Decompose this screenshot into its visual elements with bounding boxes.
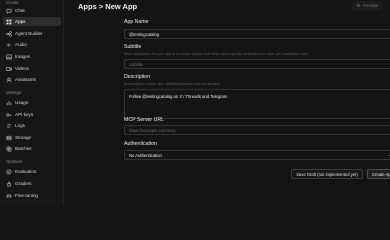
batches-icon [6, 146, 12, 152]
authentication-select[interactable]: No Authentication [124, 150, 390, 160]
sidebar-item-label: Audio [15, 42, 27, 47]
assistants-icon [6, 77, 12, 83]
description-help-text: A description of your app, detailing fea… [124, 82, 220, 86]
video-icon [6, 66, 12, 72]
sidebar-item-label: Storage [15, 135, 32, 140]
sidebar-item-apps[interactable]: Apps [3, 17, 61, 26]
app-name-field[interactable]: @testingcatalog [124, 29, 390, 39]
sidebar-section-manage: Manage [6, 90, 22, 95]
sidebar-item-fine-tuning[interactable]: Fine-tuning [3, 191, 61, 200]
sidebar-section-optimize: Optimize [6, 159, 23, 164]
sidebar-item-label: Graders [15, 181, 32, 186]
audio-icon [6, 42, 12, 48]
description-field[interactable]: Follow @testingcatalog on X / Threads an… [124, 89, 390, 119]
mcp-server-url-label: MCP Server URL [124, 117, 164, 123]
agent-builder-icon [6, 30, 12, 37]
sidebar-item-label: Fine-tuning [15, 193, 38, 198]
sidebar-item-graders[interactable]: Graders [3, 179, 61, 188]
sidebar-item-label: Logs [15, 123, 25, 128]
subtitle-help-text: Short description for your app in a conc… [124, 52, 308, 56]
main-content: Apps > New App Preview App Name @testing… [64, 0, 390, 205]
subtitle-field[interactable]: Subtitle [124, 59, 390, 69]
fine-tuning-icon [6, 193, 12, 199]
sidebar-item-label: Evaluation [15, 169, 37, 174]
sidebar-item-audio[interactable]: Audio [3, 40, 61, 49]
sidebar-item-storage[interactable]: Storage [3, 133, 61, 142]
create-app-button[interactable]: Create App [367, 169, 390, 179]
save-draft-button[interactable]: Save Draft (not implemented yet) [291, 169, 363, 179]
page-title: Apps > New App [78, 2, 138, 11]
mcp-server-url-field[interactable]: https://example.com/mcp [124, 125, 390, 135]
sidebar-item-evaluation[interactable]: Evaluation [3, 167, 61, 176]
sidebar-item-images[interactable]: Images [3, 52, 61, 61]
sidebar: Create Chat Apps Agent Builder Audio Ima… [0, 0, 64, 205]
sidebar-item-videos[interactable]: Videos [3, 64, 61, 73]
preview-button[interactable]: Preview [352, 1, 382, 10]
evaluation-icon [6, 169, 12, 175]
storage-icon [6, 135, 12, 141]
description-label: Description [124, 74, 150, 80]
sidebar-item-label: Apps [15, 19, 26, 24]
subtitle-label: Subtitle [124, 44, 142, 50]
sidebar-item-label: Usage [15, 100, 29, 105]
sidebar-item-label: Assistants [15, 77, 36, 82]
sidebar-item-api-keys[interactable]: API keys [3, 110, 61, 119]
sidebar-item-label: Images [15, 54, 31, 59]
graders-icon [6, 181, 12, 187]
key-icon [6, 112, 12, 118]
sidebar-item-batches[interactable]: Batches [3, 144, 61, 153]
sidebar-item-usage[interactable]: Usage [3, 98, 61, 107]
sidebar-item-label: Chat [15, 8, 25, 13]
chat-icon [6, 8, 12, 14]
usage-icon [6, 100, 12, 106]
sidebar-item-label: Batches [15, 146, 32, 151]
preview-label: Preview [363, 3, 378, 8]
eye-icon [356, 4, 361, 7]
sidebar-item-agent-builder[interactable]: Agent Builder [3, 29, 61, 38]
authentication-label: Authentication [124, 141, 157, 147]
sidebar-item-logs[interactable]: Logs [3, 121, 61, 130]
sidebar-section-create: Create [6, 0, 19, 5]
sidebar-item-label: Agent Builder [15, 31, 43, 36]
logs-icon [6, 123, 12, 129]
app-name-label: App Name [124, 19, 149, 25]
sidebar-item-label: API keys [15, 112, 34, 117]
sidebar-item-label: Videos [15, 66, 29, 71]
authentication-selected-value: No Authentication [129, 152, 162, 158]
sidebar-item-assistants[interactable]: Assistants [3, 75, 61, 84]
image-icon [6, 54, 12, 60]
apps-icon [6, 19, 12, 25]
sidebar-item-chat[interactable]: Chat [3, 6, 61, 15]
